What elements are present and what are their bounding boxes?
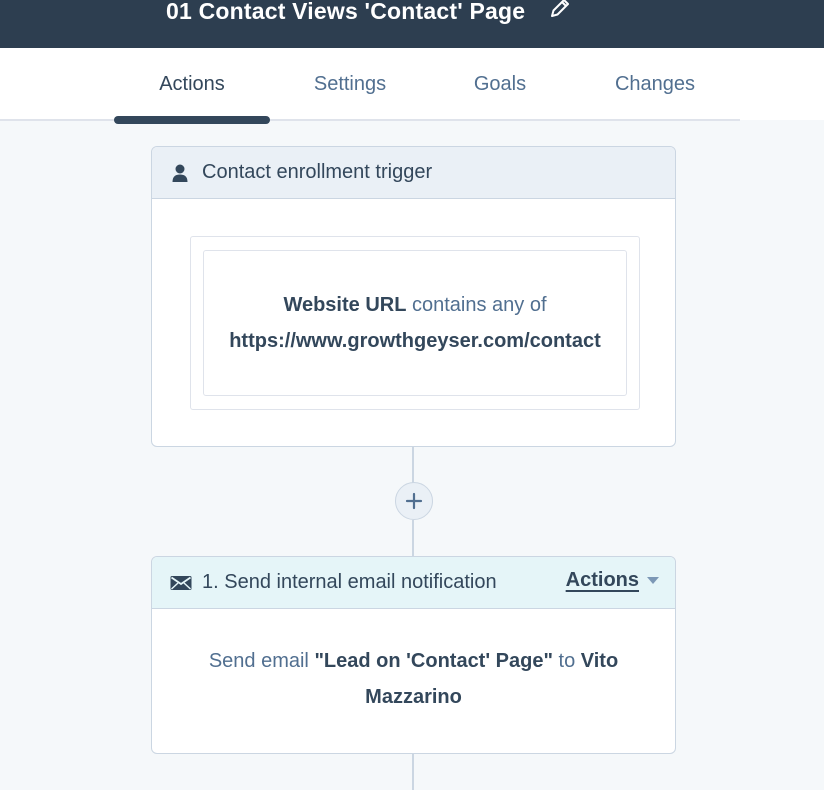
workflow-title[interactable]: 01 Contact Views 'Contact' Page [166,0,525,25]
connector-line [412,447,414,483]
filter-value: https://www.growthgeyser.com/contact [229,330,601,352]
enrollment-trigger-card[interactable]: Contact enrollment trigger Website URL c… [151,146,676,447]
tab-settings[interactable]: Settings [290,48,410,120]
actions-dropdown-label[interactable]: Actions [566,569,639,592]
action-body-prefix: Send email [208,650,309,672]
person-icon [170,163,190,183]
caret-down-icon [647,572,659,590]
workflow-title-wrap: 01 Contact Views 'Contact' Page [166,0,571,31]
filter-group: Website URL contains any of https://www.… [190,236,640,410]
connector-line [412,520,414,556]
plus-icon [405,492,423,510]
add-action-button[interactable] [395,482,433,520]
filter-operator: contains any of [412,294,547,316]
email-name: "Lead on 'Contact' Page" [314,650,553,672]
trigger-title: Contact enrollment trigger [202,161,433,183]
filter-condition[interactable]: Website URL contains any of https://www.… [203,250,627,396]
actions-dropdown[interactable]: Actions [566,569,659,592]
tab-bar-divider [0,119,740,121]
action-body-connector: to [558,650,576,672]
trigger-card-header: Contact enrollment trigger [152,147,675,199]
pencil-icon[interactable] [549,0,571,19]
connector-line [412,754,414,790]
active-tab-indicator [114,116,270,124]
filter-property: Website URL [283,294,407,316]
tab-actions[interactable]: Actions [114,48,270,120]
email-notification-action-card[interactable]: 1. Send internal email notification Acti… [151,556,676,754]
action-title: 1. Send internal email notification [202,571,497,593]
tab-goals[interactable]: Goals [450,48,550,120]
envelope-icon [170,573,192,593]
action-description: Send email "Lead on 'Contact' Page" to V… [152,609,675,715]
workflow-header: 01 Contact Views 'Contact' Page [0,0,824,48]
tab-changes[interactable]: Changes [590,48,720,120]
